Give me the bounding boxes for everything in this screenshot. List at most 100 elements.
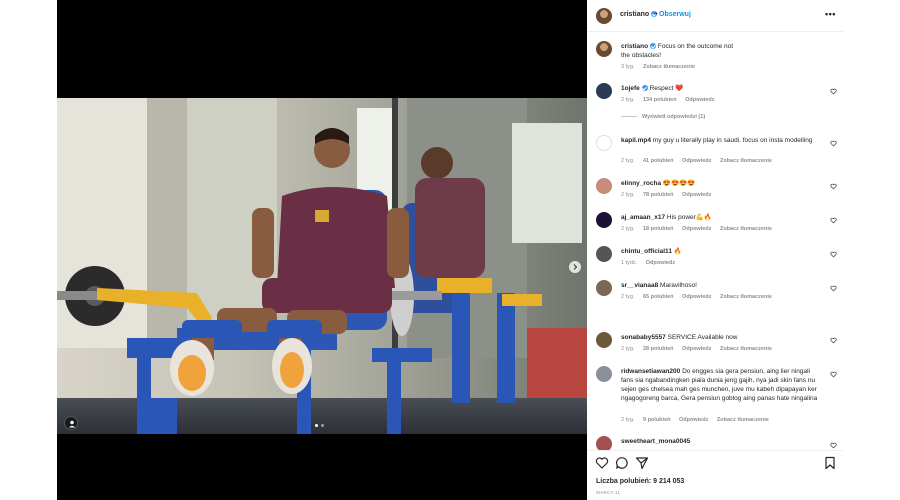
comment-like-heart-icon[interactable] (830, 371, 837, 378)
comment-avatar[interactable] (596, 332, 612, 348)
comment-like-heart-icon[interactable] (830, 285, 837, 292)
comment-avatar[interactable] (596, 366, 612, 382)
reply-button[interactable]: Odpowiedz (679, 417, 708, 423)
post-media: 7 (57, 0, 587, 500)
comment-likes[interactable]: 134 polubień (643, 97, 677, 103)
comment-username[interactable]: kapil.mp4 (621, 137, 651, 144)
post-date: MARCA 11 (596, 490, 621, 495)
comment-username[interactable]: sr__vianaa8 (621, 282, 658, 289)
comment-text: aj_amaan_x17 His power💪🔥 (621, 213, 821, 222)
comment-username[interactable]: sweetheart_mona0045 (621, 438, 690, 445)
comment-avatar[interactable] (596, 135, 612, 151)
comment-item: sweetheart_mona0045 (587, 436, 843, 450)
caption-avatar[interactable] (596, 41, 612, 57)
comment-text: chintu_official11 🔥 (621, 247, 821, 256)
comment-body: Respect ❤️ (649, 85, 684, 92)
comment-meta: 2 tyg. 78 polubień Odpowiedz (621, 192, 718, 198)
follow-button[interactable]: Obserwuj (659, 11, 691, 18)
comment-like-heart-icon[interactable] (830, 251, 837, 258)
comment-avatar[interactable] (596, 246, 612, 262)
comment-avatar[interactable] (596, 178, 612, 194)
see-translation-link[interactable]: Zobacz tłumaczenie (720, 226, 772, 232)
comment-username[interactable]: aj_amaan_x17 (621, 214, 665, 221)
see-translation-link[interactable]: Zobacz tłumaczenie (720, 158, 772, 164)
comment-avatar[interactable] (596, 212, 612, 228)
comment-meta: 2 tyg. 41 polubień Odpowiedz Zobacz tłum… (621, 158, 779, 164)
comment-meta: 2 tyg. 9 polubień Odpowiedz Zobacz tłuma… (621, 417, 776, 423)
comment-username[interactable]: ridwansetiawan200 (621, 368, 680, 375)
comment-likes[interactable]: 78 polubień (643, 192, 674, 198)
comments-list[interactable]: cristiano Focus on the outcome not the o… (587, 32, 843, 450)
comment-like-heart-icon[interactable] (830, 217, 837, 224)
reply-button[interactable]: Odpowiedz (682, 192, 711, 198)
more-options-icon[interactable]: ••• (825, 9, 836, 19)
reply-button[interactable]: Odpowiedz (646, 260, 675, 266)
comment-likes[interactable]: 28 polubień (643, 346, 674, 352)
comment-body: Maravilhoso! (660, 282, 697, 289)
gym-photo-image: 7 (57, 98, 587, 434)
comment-like-heart-icon[interactable] (830, 183, 837, 190)
header-separator: • (655, 11, 658, 18)
comment-icon[interactable] (615, 456, 629, 470)
comment-avatar[interactable] (596, 436, 612, 450)
reply-button[interactable]: Odpowiedz (682, 226, 711, 232)
view-replies-button[interactable]: Wyświetl odpowiedzi (1) (621, 114, 705, 120)
verified-badge-icon (650, 43, 657, 50)
comment-username[interactable]: sonababy5557 (621, 334, 666, 341)
post-caption: cristiano Focus on the outcome not the o… (587, 41, 843, 81)
comment-item: aj_amaan_x17 His power💪🔥 2 tyg. 18 polub… (587, 212, 843, 238)
comment-username[interactable]: elinny_rocha (621, 180, 661, 187)
heart-icon[interactable] (595, 456, 609, 470)
comment-body: SERVICE Available now (667, 334, 738, 341)
comment-like-heart-icon[interactable] (830, 140, 837, 147)
reply-button[interactable]: Odpowiedz (682, 346, 711, 352)
reply-button[interactable]: Odpowiedz (682, 294, 711, 300)
comment-avatar[interactable] (596, 83, 612, 99)
comment-likes[interactable]: 65 polubień (643, 294, 674, 300)
comment-meta: 2 tyg. 134 polubień Odpowiedz (621, 97, 721, 103)
see-translation-link[interactable]: Zobacz tłumaczenie (643, 64, 695, 70)
reply-button[interactable]: Odpowiedz (685, 97, 714, 103)
comment-avatar[interactable] (596, 280, 612, 296)
comment-text: ridwansetiawan200 Do engges sia gera pen… (621, 367, 821, 403)
comment-likes[interactable]: 41 polubień (643, 158, 674, 164)
comment-time: 2 tyg. (621, 97, 635, 103)
post-header: cristiano • Obserwuj ••• (587, 0, 843, 32)
see-translation-link[interactable]: Zobacz tłumaczenie (717, 417, 769, 423)
user-tag-icon (68, 420, 76, 428)
caption-username[interactable]: cristiano (621, 43, 648, 50)
post-actions-bar: Liczba polubień: 9 214 053 MARCA 11 (587, 450, 843, 500)
see-translation-link[interactable]: Zobacz tłumaczenie (720, 294, 772, 300)
comment-like-heart-icon[interactable] (830, 442, 837, 449)
comment-username[interactable]: chintu_official11 (621, 248, 672, 255)
bookmark-icon[interactable] (823, 456, 837, 470)
comment-likes[interactable]: 9 polubień (643, 417, 671, 423)
comment-time: 2 tyg. (621, 417, 635, 423)
svg-text:7: 7 (319, 209, 327, 225)
caption-time: 3 tyg. (621, 64, 635, 70)
chevron-right-icon (573, 264, 578, 270)
comment-time: 2 tyg. (621, 346, 635, 352)
next-photo-button[interactable] (569, 261, 581, 273)
instagram-post-modal: 7 cristiano • Obserwuj ••• cristiano Foc… (0, 0, 900, 500)
comment-time: 2 tyg. (621, 158, 635, 164)
author-avatar[interactable] (596, 8, 612, 24)
reply-button[interactable]: Odpowiedz (682, 158, 711, 164)
likes-count[interactable]: Liczba polubień: 9 214 053 (596, 478, 684, 485)
comment-likes[interactable]: 18 polubień (643, 226, 674, 232)
comment-item: kapil.mp4 my guy u literally play in sau… (587, 135, 843, 169)
author-name-text[interactable]: cristiano (620, 11, 649, 18)
user-tag-button[interactable] (64, 416, 78, 430)
comment-like-heart-icon[interactable] (830, 337, 837, 344)
share-icon[interactable] (635, 456, 649, 470)
comment-body: my guy u literally play in saudi. focus … (652, 137, 813, 144)
comment-like-heart-icon[interactable] (830, 88, 837, 95)
comment-username[interactable]: 1ojefe (621, 85, 640, 92)
see-translation-link[interactable]: Zobacz tłumaczenie (720, 346, 772, 352)
comment-meta: 2 tyg. 18 polubień Odpowiedz Zobacz tłum… (621, 226, 779, 232)
comment-text: sweetheart_mona0045 (621, 437, 821, 446)
comment-time: 1 tydz. (621, 260, 638, 266)
comment-text: kapil.mp4 my guy u literally play in sau… (621, 136, 821, 145)
carousel-indicator (315, 424, 324, 427)
author-username[interactable]: cristiano (620, 11, 658, 18)
